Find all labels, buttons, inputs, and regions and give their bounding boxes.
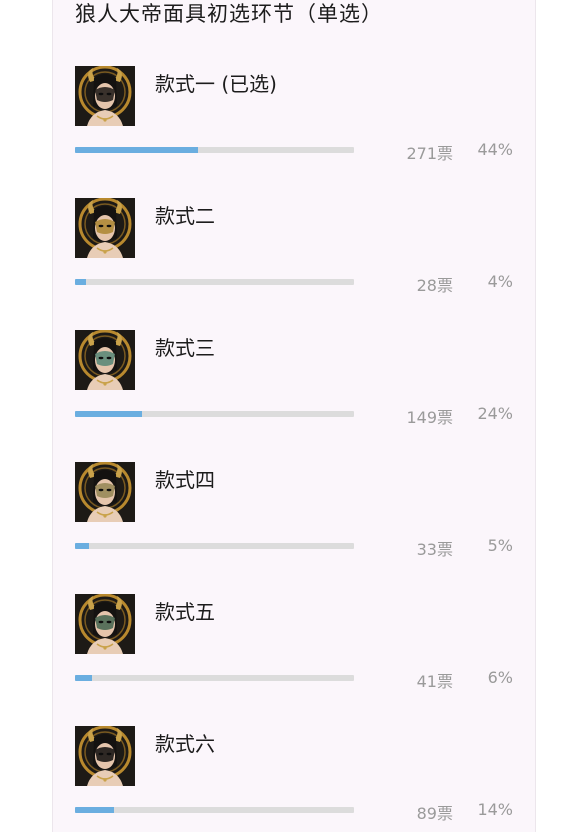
vote-progress-bar	[75, 543, 354, 549]
poll-card: 狼人大帝面具初选环节（单选） 款式一 (已选) 271票 44% 款式二 28票 4% 款式…	[52, 0, 536, 832]
vote-progress-bar	[75, 807, 354, 813]
vote-progress-bar	[75, 279, 354, 285]
vote-percentage: 4%	[487, 272, 513, 291]
option-label: 款式二	[155, 204, 215, 228]
vote-count: 89票	[416, 804, 453, 823]
poll-title: 狼人大帝面具初选环节（单选）	[75, 2, 383, 26]
option-image[interactable]	[75, 66, 135, 126]
poll-option-6[interactable]: 款式六 89票 14%	[53, 726, 535, 826]
vote-count: 28票	[416, 276, 453, 295]
vote-count: 41票	[416, 672, 453, 691]
poll-option-4[interactable]: 款式四 33票 5%	[53, 462, 535, 562]
option-image[interactable]	[75, 726, 135, 786]
vote-progress-fill	[75, 279, 87, 285]
vote-progress-fill	[75, 411, 142, 417]
poll-option-3[interactable]: 款式三 149票 24%	[53, 330, 535, 430]
vote-count: 33票	[416, 540, 453, 559]
option-image[interactable]	[75, 198, 135, 258]
poll-option-2[interactable]: 款式二 28票 4%	[53, 198, 535, 298]
vote-count: 149票	[406, 408, 453, 427]
vote-progress-fill	[75, 147, 198, 153]
vote-percentage: 24%	[477, 404, 513, 423]
poll-option-5[interactable]: 款式五 41票 6%	[53, 594, 535, 694]
vote-progress-bar	[75, 411, 354, 417]
option-label: 款式五	[155, 600, 215, 624]
option-label: 款式四	[155, 468, 215, 492]
vote-percentage: 5%	[487, 536, 513, 555]
vote-progress-bar	[75, 147, 354, 153]
vote-progress-fill	[75, 543, 89, 549]
vote-progress-fill	[75, 807, 115, 813]
vote-percentage: 14%	[477, 800, 513, 819]
vote-percentage: 6%	[487, 668, 513, 687]
vote-progress-bar	[75, 675, 354, 681]
option-label: 款式一 (已选)	[155, 72, 277, 96]
option-label: 款式六	[155, 732, 215, 756]
vote-percentage: 44%	[477, 140, 513, 159]
vote-progress-fill	[75, 675, 92, 681]
option-image[interactable]	[75, 462, 135, 522]
option-label: 款式三	[155, 336, 215, 360]
option-image[interactable]	[75, 330, 135, 390]
option-image[interactable]	[75, 594, 135, 654]
poll-option-1[interactable]: 款式一 (已选) 271票 44%	[53, 66, 535, 166]
vote-count: 271票	[406, 144, 453, 163]
